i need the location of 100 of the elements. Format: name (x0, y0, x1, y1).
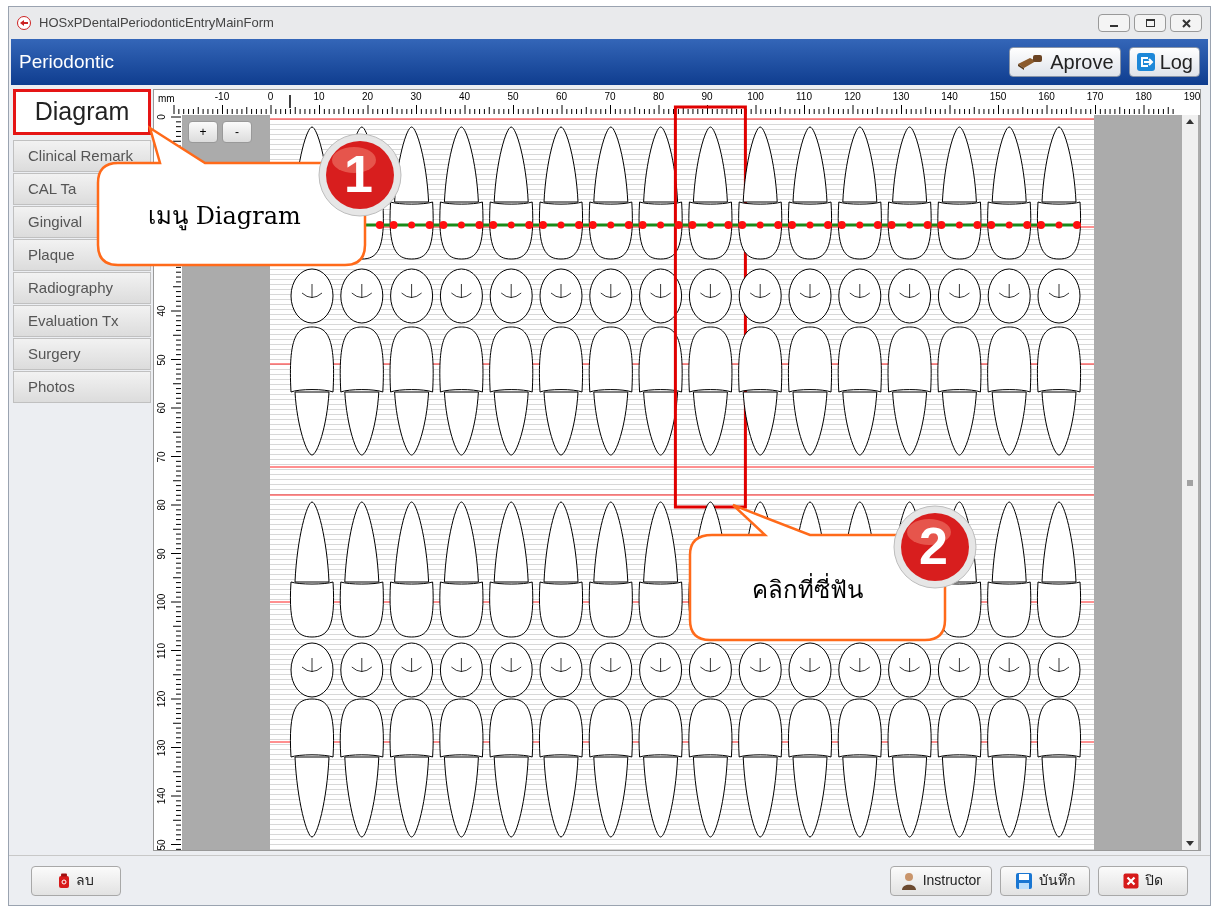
probing-point (507, 221, 515, 229)
tooth[interactable] (339, 501, 384, 838)
footer-button[interactable]: ปิด (1098, 865, 1188, 896)
sidebar-tab[interactable]: Evaluation Tx (13, 305, 151, 337)
probing-point (906, 221, 914, 229)
ruler-label: 140 (156, 786, 168, 807)
tooth[interactable] (289, 501, 335, 838)
probing-point (788, 221, 796, 229)
ruler-label: 110 (796, 91, 812, 103)
probing-point (457, 221, 465, 229)
tooth[interactable] (439, 126, 484, 456)
probing-point (973, 221, 982, 229)
maximize-icon (1145, 19, 1155, 27)
ruler-label: 90 (156, 546, 168, 562)
tooth[interactable] (389, 126, 434, 456)
badge-number: 1 (344, 148, 373, 200)
footer-button[interactable]: บันทึก (1000, 865, 1090, 896)
ruler-label: 80 (652, 91, 665, 103)
close-icon (1123, 872, 1139, 889)
ruler-label: 40 (156, 304, 168, 319)
probing-point (1073, 221, 1081, 229)
tooth[interactable] (538, 126, 584, 456)
tooth[interactable] (1036, 126, 1082, 456)
ruler-label: 0 (267, 91, 274, 103)
close-icon (1181, 18, 1191, 28)
sidebar-tab[interactable]: Radiography (13, 272, 151, 304)
probing-point (489, 221, 498, 229)
probing-point (987, 221, 996, 229)
tooth[interactable] (738, 126, 783, 456)
probing-point (856, 221, 864, 229)
probing-point (806, 221, 814, 229)
ruler-label: 120 (844, 91, 861, 103)
callout-text: เมนู Diagram (148, 201, 301, 233)
probing-point (657, 221, 665, 229)
sidebar-tab[interactable]: Surgery (13, 338, 151, 370)
tooth[interactable] (489, 126, 534, 456)
ruler-label: 190 (1183, 91, 1201, 103)
header-button[interactable]: Aprove (1009, 47, 1121, 77)
zoom-button[interactable]: + (188, 121, 218, 143)
ruler-label: 50 (156, 352, 168, 368)
probing-point (738, 221, 747, 229)
tooth[interactable] (638, 126, 683, 456)
scroll-up-icon (1186, 119, 1194, 124)
ruler-label: 100 (156, 592, 168, 613)
tooth[interactable] (787, 126, 833, 456)
header-button[interactable]: Log (1128, 47, 1200, 77)
probing-point (575, 221, 583, 229)
ruler-label: 70 (156, 449, 168, 465)
zoom-button[interactable]: - (222, 121, 252, 143)
tooth[interactable] (538, 501, 584, 838)
probing-point (624, 221, 633, 229)
tooth[interactable] (588, 126, 633, 456)
tooth[interactable] (987, 126, 1032, 456)
ruler-label: 110 (156, 641, 168, 661)
tooth[interactable] (638, 501, 683, 838)
probing-point (756, 221, 764, 229)
close-window-button[interactable] (1170, 14, 1202, 32)
probing-point (1037, 221, 1045, 229)
tooth[interactable] (937, 126, 982, 456)
ruler-label: 20 (361, 91, 374, 103)
probing-point (706, 221, 714, 229)
probing-point (724, 221, 733, 229)
probing-point (1005, 221, 1013, 229)
probing-point (439, 221, 448, 229)
probing-point (425, 221, 434, 229)
probing-point (607, 221, 615, 229)
tooth[interactable] (389, 501, 434, 838)
probing-point (937, 221, 946, 229)
tooth[interactable] (489, 501, 534, 838)
probing-point (873, 221, 882, 229)
ruler-label: 50 (507, 91, 519, 103)
sidebar-tab[interactable]: Photos (13, 371, 151, 403)
tooth[interactable] (837, 126, 882, 456)
ruler-label: 130 (892, 91, 910, 103)
minimize-button[interactable] (1098, 14, 1130, 32)
maximize-button[interactable] (1134, 14, 1166, 32)
sidebar-tab[interactable]: Diagram (13, 89, 151, 135)
footer-button[interactable]: ลบ (31, 865, 121, 896)
ruler-label: -10 (214, 91, 230, 103)
tooth[interactable] (439, 501, 484, 838)
ruler-label: 10 (313, 91, 325, 103)
tooth[interactable] (1036, 501, 1082, 838)
footer-button[interactable]: Instructor (889, 865, 992, 896)
window-title: HOSxPDentalPeriodonticEntryMainForm (39, 14, 274, 33)
tooth[interactable] (987, 501, 1032, 838)
ruler-label: 160 (1038, 91, 1055, 103)
probing-point (955, 221, 963, 229)
ruler-label: 100 (747, 91, 764, 103)
probing-point (638, 221, 647, 229)
person-icon (900, 871, 917, 890)
tooth[interactable] (673, 105, 747, 509)
probing-point (375, 221, 384, 229)
probing-point (588, 221, 597, 229)
tooth[interactable] (588, 501, 633, 838)
tooth[interactable] (887, 126, 932, 456)
app-logo-icon (17, 16, 31, 30)
ruler-unit: mm (158, 92, 175, 106)
vertical-scrollbar[interactable] (1182, 115, 1198, 850)
probing-point (408, 221, 416, 229)
ruler-label: 180 (1135, 91, 1152, 103)
